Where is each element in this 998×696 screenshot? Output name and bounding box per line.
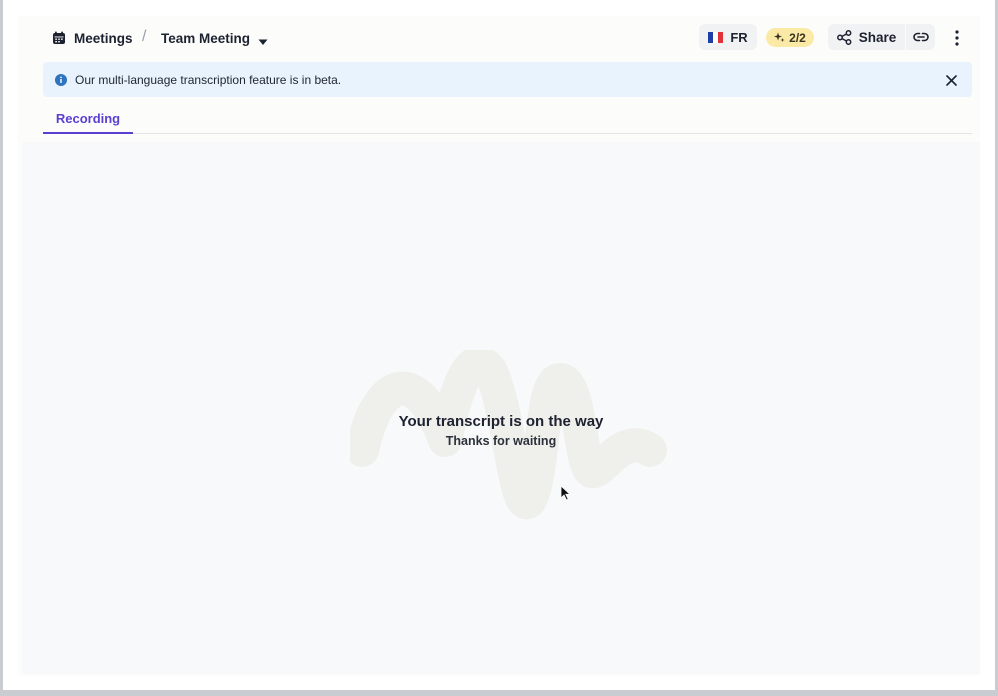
- beta-banner: Our multi-language transcription feature…: [43, 62, 972, 97]
- close-icon: [945, 74, 957, 86]
- info-icon: [55, 73, 67, 86]
- share-button[interactable]: Share: [828, 24, 905, 50]
- meeting-page: Meetings / Team Meeting FR 2/2 Share Our…: [18, 16, 980, 676]
- calendar-icon: [52, 31, 66, 45]
- share-label: Share: [858, 29, 897, 45]
- app-window: Meetings / Team Meeting FR 2/2 Share Our…: [3, 0, 995, 690]
- empty-state-subtitle: Thanks for waiting: [445, 434, 557, 448]
- sparkle-icon: [774, 32, 785, 42]
- language-code: FR: [730, 29, 748, 45]
- link-icon: [912, 32, 929, 42]
- close-banner-button[interactable]: [944, 73, 958, 87]
- meeting-title-dropdown[interactable]: Team Meeting: [161, 28, 268, 48]
- copy-link-button[interactable]: [906, 24, 935, 50]
- page-header: Meetings / Team Meeting FR 2/2 Share: [18, 16, 980, 60]
- breadcrumb-separator: /: [142, 28, 147, 45]
- more-options-button[interactable]: [947, 26, 967, 50]
- language-button[interactable]: FR: [699, 24, 757, 50]
- breadcrumb-meetings-label: Meetings: [74, 30, 133, 46]
- ai-credits-count: 2/2: [789, 30, 806, 45]
- banner-text: Our multi-language transcription feature…: [75, 72, 342, 87]
- tab-bar: Recording: [43, 104, 972, 134]
- share-icon: [836, 29, 852, 45]
- more-vertical-icon: [955, 30, 959, 46]
- meeting-title: Team Meeting: [161, 30, 251, 46]
- chevron-down-icon: [258, 34, 268, 45]
- empty-state-title: Your transcript is on the way: [398, 413, 604, 430]
- breadcrumb-meetings[interactable]: Meetings: [52, 28, 133, 48]
- mouse-cursor-icon: [560, 485, 572, 501]
- tab-recording[interactable]: Recording: [43, 104, 133, 134]
- ai-credits-badge[interactable]: 2/2: [766, 28, 814, 47]
- transcript-panel: Your transcript is on the way Thanks for…: [22, 142, 980, 674]
- france-flag-icon: [708, 31, 724, 43]
